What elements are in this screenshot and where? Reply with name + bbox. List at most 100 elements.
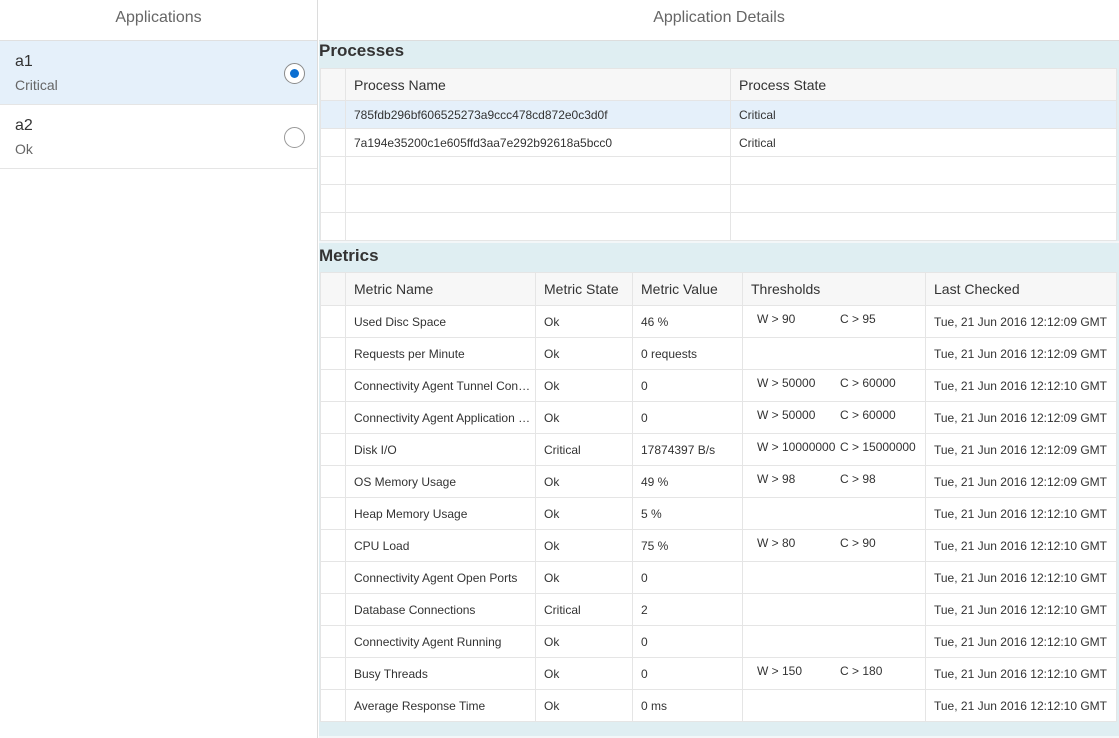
metric-name-cell: Connectivity Agent Running [345,625,536,658]
table-row[interactable]: Connectivity Agent Open Ports Ok 0 Tue, 21 … [320,561,1117,594]
row-selector[interactable] [320,529,346,562]
table-row[interactable]: Connectivity Agent Application Connectio… [320,401,1117,434]
empty-cell [730,212,1117,241]
row-selector[interactable] [320,657,346,690]
last-checked-cell: Tue, 21 Jun 2016 12:12:10 GMT [925,497,1117,530]
process-state-cell: Critical [730,100,1117,129]
row-selector[interactable] [320,593,346,626]
critical-threshold: C > 95 [840,312,876,326]
metrics-section: Metrics Metric Name Metric State Metric … [319,243,1119,736]
application-status: Critical [15,77,58,93]
table-row[interactable]: OS Memory Usage Ok 49 % W > 98 C > 98 Tue, 21… [320,465,1117,498]
column-header-metric-state[interactable]: Metric State [535,272,633,306]
metric-state-cell: Ok [535,401,633,434]
metric-state-cell: Ok [535,337,633,370]
column-header-process-state[interactable]: Process State [730,68,1117,101]
row-selector [320,212,346,241]
metric-name-cell: OS Memory Usage [345,465,536,498]
metric-value-cell: 0 [632,561,743,594]
column-header-last-checked[interactable]: Last Checked [925,272,1117,306]
metric-name-cell: Used Disc Space [345,305,536,338]
metric-name-cell: Database Connections [345,593,536,626]
row-selector[interactable] [320,497,346,530]
row-selector[interactable] [320,625,346,658]
table-row[interactable]: Connectivity Agent Running Ok 0 Tue, 21 Jun… [320,625,1117,658]
table-row[interactable]: Heap Memory Usage Ok 5 % Tue, 21 Jun 2016 1… [320,497,1117,530]
last-checked-cell: Tue, 21 Jun 2016 12:12:09 GMT [925,305,1117,338]
application-item-a2[interactable]: a2 Ok [0,105,317,169]
metric-value-cell: 0 ms [632,689,743,722]
thresholds-cell: W > 80 C > 90 [742,529,926,562]
metric-name-cell: CPU Load [345,529,536,562]
processes-title: Processes [319,41,1119,68]
table-row[interactable]: Connectivity Agent Tunnel ConnectionsOk0… [320,369,1117,402]
process-name-cell: 7a194e35200c1e605ffd3aa7e292b92618a5bcc0 [345,128,731,157]
application-radio-a2[interactable] [284,127,305,148]
applications-panel: Applications a1 Critical a2 Ok [0,0,318,738]
last-checked-cell: Tue, 21 Jun 2016 12:12:09 GMT [925,465,1117,498]
thresholds-cell [742,593,926,626]
last-checked-cell: Tue, 21 Jun 2016 12:12:10 GMT [925,529,1117,562]
metric-value-cell: 0 [632,369,743,402]
application-status: Ok [15,141,33,157]
last-checked-cell: Tue, 21 Jun 2016 12:12:10 GMT [925,625,1117,658]
application-radio-a1[interactable] [284,63,305,84]
column-header-metric-name[interactable]: Metric Name [345,272,536,306]
empty-cell [345,184,731,213]
warning-threshold: W > 150 [757,664,803,678]
metric-name-cell: Busy Threads [345,657,536,690]
table-row[interactable]: Disk I/O Critical 17874397 B/s W > 10000000… [320,433,1117,466]
row-selector[interactable] [320,561,346,594]
table-row[interactable]: CPU Load Ok 75 % W > 80 C > 90 Tue, 21 Jun 20… [320,529,1117,562]
table-row[interactable]: Average Response Time Ok 0 ms Tue, 21 Jun 2… [320,689,1117,722]
application-item-a1[interactable]: a1 Critical [0,41,317,105]
application-name: a1 [15,53,33,70]
column-header-thresholds[interactable]: Thresholds [742,272,926,306]
metrics-title: Metrics [319,243,1119,272]
processes-table: Process Name Process State 785fdb296bf60… [320,68,1117,241]
row-selector[interactable] [320,689,346,722]
row-selector-header [320,68,346,101]
row-selector[interactable] [320,401,346,434]
thresholds-cell [742,625,926,658]
metric-value-cell: 17874397 B/s [632,433,743,466]
table-row[interactable]: Requests per Minute Ok 0 requests Tue, 21 J… [320,337,1117,370]
last-checked-cell: Tue, 21 Jun 2016 12:12:10 GMT [925,369,1117,402]
thresholds-cell [742,497,926,530]
row-selector[interactable] [320,369,346,402]
table-row[interactable]: Busy Threads Ok 0 W > 150 C > 180 Tue, 21 Jun… [320,657,1117,690]
last-checked-cell: Tue, 21 Jun 2016 12:12:10 GMT [925,593,1117,626]
metric-name-cell: Connectivity Agent Open Ports [345,561,536,594]
row-selector[interactable] [320,128,346,157]
warning-threshold: W > 10000000 [757,440,836,454]
metric-state-cell: Ok [535,657,633,690]
table-row[interactable]: 785fdb296bf606525273a9ccc478cd872e0c3d0f… [320,100,1117,129]
empty-cell [345,212,731,241]
row-selector[interactable] [320,337,346,370]
warning-threshold: W > 98 [757,472,796,486]
empty-row [320,156,1117,185]
row-selector[interactable] [320,465,346,498]
row-selector [320,156,346,185]
table-row[interactable]: Used Disc Space Ok 46 % W > 90 C > 95 Tue, 21… [320,305,1117,338]
row-selector[interactable] [320,100,346,129]
metric-state-cell: Ok [535,465,633,498]
application-name: a2 [15,117,33,134]
warning-threshold: W > 80 [757,536,796,550]
metric-value-cell: 75 % [632,529,743,562]
metric-name-cell: Connectivity Agent Application Connectio… [345,401,536,434]
empty-cell [730,184,1117,213]
process-name-cell: 785fdb296bf606525273a9ccc478cd872e0c3d0f [345,100,731,129]
warning-threshold: W > 90 [757,312,796,326]
row-selector[interactable] [320,433,346,466]
critical-threshold: C > 180 [840,664,883,678]
column-header-metric-value[interactable]: Metric Value [632,272,743,306]
table-row[interactable]: 7a194e35200c1e605ffd3aa7e292b92618a5bcc0… [320,128,1117,157]
column-header-process-name[interactable]: Process Name [345,68,731,101]
thresholds-cell: W > 150 C > 180 [742,657,926,690]
critical-threshold: C > 15000000 [840,440,916,454]
table-row[interactable]: Database Connections Critical 2 Tue, 21 Jun… [320,593,1117,626]
row-selector[interactable] [320,305,346,338]
last-checked-cell: Tue, 21 Jun 2016 12:12:09 GMT [925,401,1117,434]
metric-value-cell: 5 % [632,497,743,530]
